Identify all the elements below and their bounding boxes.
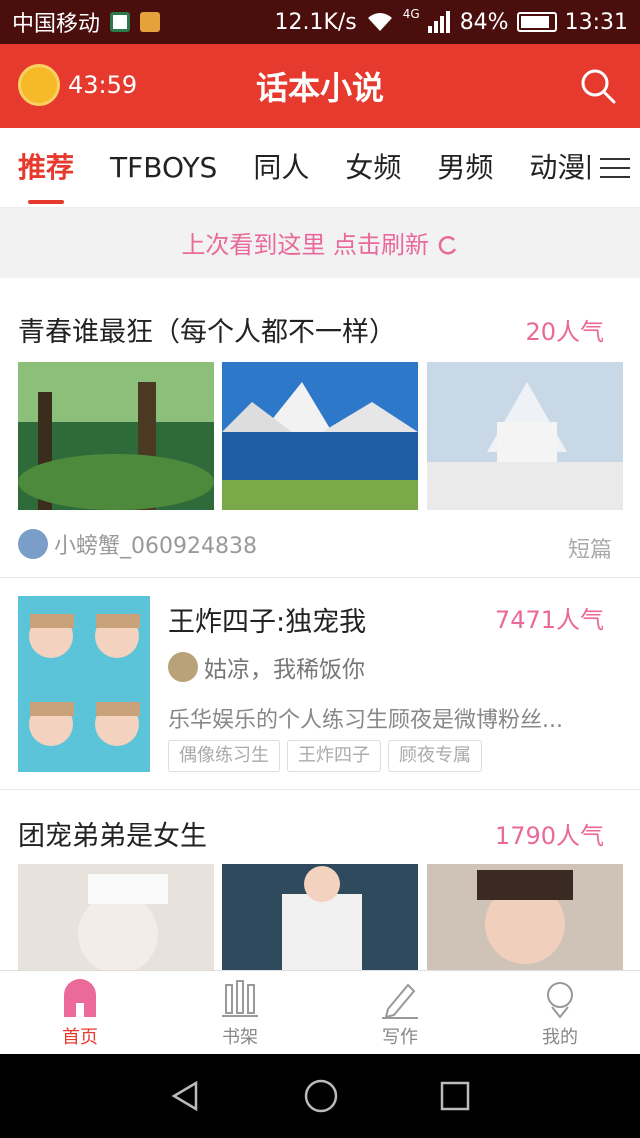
nav-profile[interactable]: 我的 [480,971,640,1054]
tab-tfboys[interactable]: TFBOYS [110,128,217,207]
bookshelf-icon [222,980,258,1017]
tag[interactable]: 顾夜专属 [388,740,482,772]
author-name: 小螃蟹_060924838 [54,534,257,559]
nav-write[interactable]: 写作 [320,971,480,1054]
avatar [18,529,48,559]
reading-timer[interactable]: 43:59 [18,64,137,106]
story-card[interactable]: 团宠弟弟是女生 1790人气 [0,790,640,970]
nav-bookshelf[interactable]: 书架 [160,971,320,1054]
story-title: 团宠弟弟是女生 [18,821,207,852]
shield-icon [110,12,131,32]
timer-value: 43:59 [68,71,138,99]
story-image [18,362,214,510]
story-image [222,864,418,970]
refresh-bar[interactable]: 上次看到这里 点击刷新 [0,208,640,278]
app-notification-icon [140,12,161,32]
bottom-nav: 首页 书架 写作 我的 [0,970,640,1054]
wifi-icon [367,13,392,31]
tag[interactable]: 偶像练习生 [168,740,280,772]
back-icon[interactable] [170,1080,202,1112]
search-icon[interactable] [580,68,616,104]
nav-label: 首页 [62,1027,98,1048]
clock: 13:31 [564,9,628,35]
tag[interactable]: 王炸四子 [287,740,381,772]
story-title: 王炸四子:独宠我 [168,607,367,638]
pen-icon [382,983,418,1019]
tab-male[interactable]: 男频 [437,128,493,207]
author-line[interactable]: 小螃蟹_060924838 [18,528,257,560]
tab-recommend[interactable]: 推荐 [18,128,74,207]
profile-icon [547,982,573,1019]
recent-apps-icon[interactable] [440,1081,470,1111]
author-name: 姑凉，我稀饭你 [204,657,365,683]
home-button-icon[interactable] [303,1078,339,1114]
battery-icon [516,12,557,32]
story-card[interactable]: 青春谁最狂（每个人都不一样） 20人气 小螃蟹_060924838 短篇 [0,278,640,578]
story-title: 青春谁最狂（每个人都不一样） [18,317,396,348]
nav-label: 写作 [382,1027,418,1048]
menu-icon[interactable] [590,128,640,207]
popularity-count: 1790人气 [494,822,604,850]
popularity-count: 20人气 [525,318,604,346]
nav-home[interactable]: 首页 [0,971,160,1054]
popularity-count: 7471人气 [494,606,604,634]
coin-timer-icon [18,64,60,106]
system-nav-bar [0,1054,640,1138]
story-image [222,362,418,510]
story-card[interactable]: 王炸四子:独宠我 7471人气 姑凉，我稀饭你 乐华娱乐的个人练习生顾夜是微博粉… [0,578,640,790]
signal-icon [427,11,450,33]
refresh-icon [438,235,456,255]
category-tabs: 推荐 TFBOYS 同人 女频 男频 动漫同 [0,128,640,208]
refresh-text: 上次看到这里 点击刷新 [181,231,429,259]
story-image [427,362,623,510]
tab-female[interactable]: 女频 [345,128,401,207]
avatar [168,652,198,682]
network-speed: 12.1K/s [274,9,357,35]
story-cover [18,596,150,772]
genre-label: 短篇 [567,538,612,563]
home-icon [64,979,96,1017]
nav-label: 我的 [542,1027,578,1048]
app-header: 43:59 话本小说 [0,44,640,128]
carrier-label: 中国移动 [12,12,101,37]
story-image [427,864,623,970]
story-image [18,864,214,970]
nav-label: 书架 [222,1027,258,1048]
network-type: 4G [402,7,420,21]
story-description: 乐华娱乐的个人练习生顾夜是微博粉丝... [168,708,563,733]
tab-fanfic[interactable]: 同人 [253,128,309,207]
status-bar: 中国移动 12.1K/s 4G 84% 13:31 [0,0,640,44]
author-line[interactable]: 姑凉，我稀饭你 [168,650,365,684]
battery-percent: 84% [459,9,509,35]
